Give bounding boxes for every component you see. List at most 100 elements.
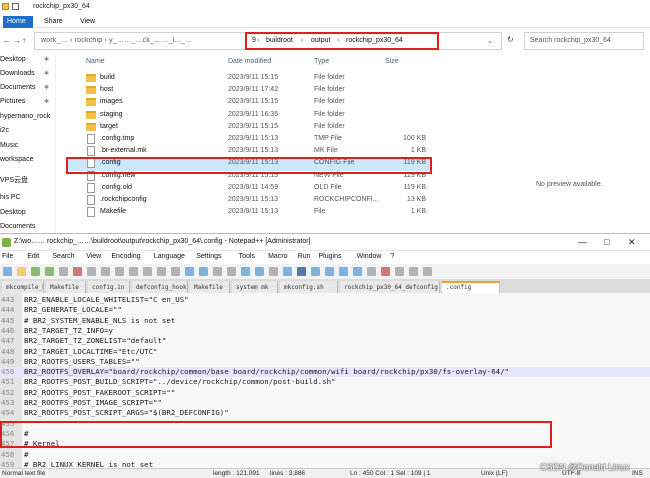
menu-item[interactable]: Settings	[196, 253, 221, 260]
toolbar-button-icon[interactable]	[185, 267, 194, 276]
file-row[interactable]: .rockchipconfig 2023/9/11 15:13 ROCKCHIPCO…	[68, 195, 430, 207]
file-tab[interactable]: defconfig_hook.py	[132, 281, 188, 293]
toolbar-button-icon[interactable]	[381, 267, 390, 276]
file-tab[interactable]: Makefile	[190, 281, 230, 293]
menu-item[interactable]: Window	[357, 253, 382, 260]
menu-item[interactable]: Run	[298, 253, 311, 260]
menu-item[interactable]: View	[86, 253, 101, 260]
file-row[interactable]: Makefile 2023/9/11 15:13 File 1 KB	[68, 207, 430, 219]
back-icon[interactable]: ←	[3, 36, 11, 45]
file-tabs: mkcompile_h Makefile config.in defconfig_ho…	[0, 280, 650, 293]
file-tab[interactable]: config.in	[88, 281, 130, 293]
up-icon[interactable]: ↑	[22, 36, 26, 45]
file-row[interactable]: .config.tmp 2023/9/11 15:13 TMP File 100 KB	[68, 134, 430, 146]
toolbar-button-icon[interactable]	[87, 267, 96, 276]
file-date: 2023/9/11 17:42	[228, 86, 279, 94]
sidebar-item-cloud[interactable]: VPS云盘	[0, 175, 28, 187]
file-name: Makefile	[100, 208, 127, 216]
menu-item[interactable]: Encoding	[111, 253, 140, 260]
file-tab[interactable]: rockchip_px30_64_defconfig	[340, 281, 440, 293]
toolbar-button-icon[interactable]	[255, 267, 264, 276]
toolbar-button-icon[interactable]	[115, 267, 124, 276]
file-row[interactable]: .config.old 2023/9/11 14:59 OLD File 119 KB	[68, 182, 430, 195]
sidebar-item-pictures[interactable]: Pictures ✱	[0, 98, 49, 110]
ribbon-tab-share[interactable]: Share	[40, 16, 67, 28]
file-row[interactable]: images 2023/9/11 15:15 File folder	[68, 97, 430, 109]
toolbar-button-icon[interactable]	[129, 267, 138, 276]
file-tab[interactable]: mkconfig.sh	[280, 281, 338, 293]
toolbar-button-icon[interactable]	[409, 267, 418, 276]
refresh-icon[interactable]: ↻	[507, 35, 514, 44]
sidebar-item-music[interactable]: Music	[0, 142, 18, 154]
toolbar-button-icon[interactable]	[297, 267, 306, 276]
file-tab[interactable]: mkcompile_h	[2, 281, 44, 293]
toolbar-button-icon[interactable]	[241, 267, 250, 276]
quick-access-icon[interactable]	[12, 3, 19, 10]
toolbar-button-icon[interactable]	[367, 267, 376, 276]
search-input[interactable]: Search rockchip_px30_64	[524, 32, 644, 50]
toolbar-button-icon[interactable]	[283, 267, 292, 276]
file-tab[interactable]: Makefile	[46, 281, 86, 293]
toolbar-button-icon[interactable]	[199, 267, 208, 276]
code-text: # BR2_SYSTEM_ENABLE_NLS is not set	[24, 315, 176, 325]
toolbar-button-icon[interactable]	[339, 267, 348, 276]
toolbar-button-icon[interactable]	[423, 267, 432, 276]
file-tab[interactable]: system mk	[232, 281, 278, 293]
toolbar-button-icon[interactable]	[17, 267, 26, 276]
npp-title-bar: Z:\wo…… rockchip_……\buildroot\output\roc…	[0, 234, 650, 251]
chevron-down-icon[interactable]: ⌄	[487, 37, 493, 45]
file-icon	[87, 207, 95, 218]
sidebar-item-hypernano[interactable]: hypernano_rock	[0, 113, 50, 125]
toolbar-button-icon[interactable]	[395, 267, 404, 276]
sidebar-item-workspace[interactable]: workspace	[0, 156, 33, 168]
toolbar-button-icon[interactable]	[311, 267, 320, 276]
toolbar-button-icon[interactable]	[59, 267, 68, 276]
toolbar-button-icon[interactable]	[269, 267, 278, 276]
sidebar-item-documents[interactable]: Documents ✱	[0, 84, 49, 96]
toolbar-button-icon[interactable]	[171, 267, 180, 276]
column-header-size[interactable]: Size	[385, 58, 399, 65]
toolbar-button-icon[interactable]	[325, 267, 334, 276]
toolbar-button-icon[interactable]	[31, 267, 40, 276]
ribbon-tab-home[interactable]: Home	[3, 16, 33, 28]
file-row[interactable]: build 2023/9/11 15:15 File folder	[68, 73, 430, 85]
menu-item[interactable]: Plugins	[319, 253, 342, 260]
file-row[interactable]: staging 2023/9/11 16:35 File folder	[68, 110, 430, 122]
menu-item[interactable]: Edit	[27, 253, 39, 260]
toolbar-button-icon[interactable]	[227, 267, 236, 276]
sidebar-item-desktop[interactable]: Desktop ✱	[0, 56, 49, 68]
menu-item[interactable]: Language	[154, 253, 185, 260]
toolbar-button-icon[interactable]	[213, 267, 222, 276]
column-header-name[interactable]: Name	[86, 58, 105, 65]
toolbar-button-icon[interactable]	[3, 267, 12, 276]
npp-title: Z:\wo…… rockchip_……\buildroot\output\roc…	[14, 238, 311, 245]
sidebar-item-i2c[interactable]: i2c	[0, 127, 9, 139]
menu-item[interactable]: Search	[52, 253, 74, 260]
toolbar-button-icon[interactable]	[45, 267, 54, 276]
file-row[interactable]: target 2023/9/11 15:15 File folder	[68, 122, 430, 134]
file-tab[interactable]: .config	[442, 281, 500, 293]
toolbar-button-icon[interactable]	[353, 267, 362, 276]
file-type: File	[314, 208, 326, 216]
menu-item[interactable]: ?	[390, 253, 394, 260]
menu-item[interactable]: Macro	[268, 253, 287, 260]
column-header-date[interactable]: Date modified	[228, 58, 271, 65]
sidebar-item-downloads[interactable]: Downloads ✱	[0, 70, 49, 82]
sidebar-item-desktop-2[interactable]: Desktop	[0, 209, 26, 221]
notepadpp-icon	[2, 238, 11, 247]
ribbon-tab-view[interactable]: View	[76, 16, 99, 28]
menu-item[interactable]: Tools	[239, 253, 255, 260]
column-header-type[interactable]: Type	[314, 58, 329, 65]
code-editor[interactable]: 443 BR2_ENABLE_LOCALE_WHITELIST="C en_US"…	[0, 293, 650, 469]
file-row[interactable]: host 2023/9/11 17:42 File folder	[68, 85, 430, 97]
menu-item[interactable]: File	[2, 253, 13, 260]
toolbar-button-icon[interactable]	[101, 267, 110, 276]
sidebar-item-this-pc[interactable]: his PC	[0, 194, 21, 206]
maximize-icon[interactable]: □	[604, 237, 609, 247]
toolbar-button-icon[interactable]	[73, 267, 82, 276]
minimize-icon[interactable]: —	[578, 237, 587, 247]
toolbar-button-icon[interactable]	[143, 267, 152, 276]
close-icon[interactable]: ✕	[628, 237, 636, 248]
toolbar-button-icon[interactable]	[157, 267, 166, 276]
forward-icon[interactable]: →	[13, 36, 21, 45]
